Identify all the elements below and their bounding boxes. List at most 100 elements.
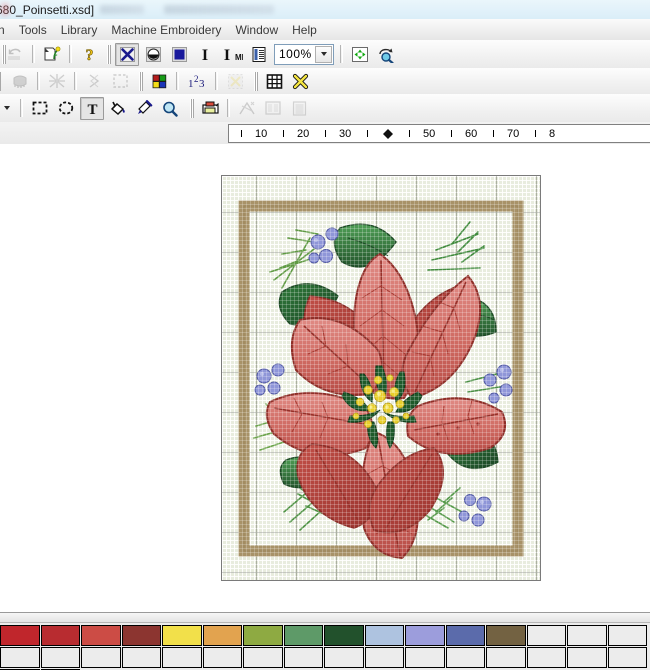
swatch-empty-2[interactable] [567, 625, 607, 646]
half-stitch-icon[interactable] [141, 43, 165, 66]
toolbar-separator [74, 72, 77, 90]
swatch-empty-8[interactable] [162, 647, 202, 668]
grid-toggle-icon[interactable] [262, 70, 286, 93]
swatch-empty-18[interactable] [567, 647, 607, 668]
svg-text:I: I [224, 47, 230, 63]
swatch-empty-1[interactable] [526, 625, 566, 646]
swatch-empty-5[interactable] [40, 647, 80, 668]
fit-to-window-icon[interactable] [348, 43, 372, 66]
print-preview-icon[interactable] [198, 97, 222, 120]
swatch-olive-green[interactable] [243, 625, 283, 646]
swatch-red-dark[interactable] [40, 625, 80, 646]
swatch-empty-10[interactable] [243, 647, 283, 668]
svg-text:ME: ME [235, 53, 243, 62]
toolbar-grip[interactable] [254, 71, 258, 91]
toolbar-separator [20, 99, 23, 117]
swatch-empty-4[interactable] [0, 647, 40, 668]
toolbar-secondary: 1 2 3 [0, 68, 650, 95]
text-machine-embroidery-icon[interactable]: I ME [219, 43, 245, 66]
swatch-empty-16[interactable] [486, 647, 526, 668]
zoom-level-combo[interactable]: 100% [274, 43, 334, 65]
paint-bucket-icon[interactable] [106, 97, 130, 120]
swatch-empty-3[interactable] [607, 625, 647, 646]
zoom-level-value: 100% [279, 47, 312, 61]
export-design-icon[interactable] [40, 43, 64, 66]
horizontal-ruler[interactable]: 10 20 30 50 60 70 8 [228, 124, 650, 143]
swatch-indigo-blue[interactable] [445, 625, 485, 646]
menu-machine-embroidery[interactable]: Machine Embroidery [104, 21, 228, 39]
swatch-empty-6[interactable] [81, 647, 121, 668]
swatch-empty-11[interactable] [283, 647, 323, 668]
toolbar-grip[interactable] [139, 71, 143, 91]
eyedropper-icon[interactable] [132, 97, 156, 120]
notes-icon[interactable] [247, 43, 271, 66]
swatch-dark-green[interactable] [324, 625, 364, 646]
toolbar-grip[interactable] [0, 71, 1, 91]
menu-help[interactable]: Help [285, 21, 324, 39]
title-bar: 680_Poinsetti.xsd] [0, 0, 650, 20]
palette-grid[interactable] [0, 625, 650, 670]
swatch-empty-15[interactable] [445, 647, 485, 668]
swatch-brown-khaki[interactable] [486, 625, 526, 646]
chevron-down-icon[interactable] [315, 45, 332, 63]
swatch-periwinkle[interactable] [405, 625, 445, 646]
swatch-empty-7[interactable] [121, 647, 161, 668]
svg-text:2: 2 [194, 74, 199, 84]
toolbar-tools: T [0, 94, 650, 123]
magnifier-icon[interactable] [158, 97, 182, 120]
cross-stitch-yellow-icon[interactable] [288, 70, 312, 93]
backstitch-line-icon[interactable] [235, 97, 259, 120]
title-redacted-block-2 [164, 5, 275, 14]
numbering-icon[interactable]: 1 2 3 [184, 70, 210, 93]
menu-tools[interactable]: Tools [12, 21, 54, 39]
color-select-combo[interactable] [0, 98, 14, 119]
svg-text:1: 1 [188, 78, 194, 90]
full-cross-stitch-icon[interactable] [115, 42, 139, 66]
ruler-origin-marker [383, 129, 393, 139]
ellipse-select-icon[interactable] [54, 97, 78, 120]
title-redacted-block-1 [100, 5, 145, 14]
text-insert-icon[interactable]: T [80, 96, 104, 120]
application-window: 680_Poinsetti.xsd] n Tools Library Machi… [0, 0, 650, 670]
swatch-medium-green[interactable] [283, 625, 323, 646]
menu-design-clipped[interactable]: n [0, 21, 12, 39]
swatch-red-medium[interactable] [81, 625, 121, 646]
swatch-crimson-edge[interactable] [0, 625, 40, 646]
palette-divider [0, 613, 650, 623]
swatch-empty-12[interactable] [324, 647, 364, 668]
knot-icon[interactable] [82, 70, 106, 93]
toolbar-separator [69, 45, 72, 63]
swatch-yellow[interactable] [162, 625, 202, 646]
toolbar-grip[interactable] [190, 98, 194, 118]
color-blocks-icon[interactable] [147, 70, 171, 93]
title-smudge [0, 2, 10, 17]
menu-window[interactable]: Window [228, 21, 285, 39]
swatch-empty-17[interactable] [526, 647, 566, 668]
undo-icon[interactable] [3, 43, 27, 66]
text-tool-icon[interactable]: I [193, 43, 217, 66]
swatch-empty-9[interactable] [202, 647, 242, 668]
faded-cross-icon[interactable] [223, 70, 247, 93]
rectangle-select-icon[interactable] [28, 97, 52, 120]
split-view-icon[interactable] [261, 97, 285, 120]
swatch-empty-13[interactable] [364, 647, 404, 668]
toolbar-separator [227, 99, 230, 117]
zoom-tool-icon[interactable] [374, 43, 398, 66]
swatch-maroon[interactable] [121, 625, 161, 646]
swatch-empty-14[interactable] [405, 647, 445, 668]
help-question-icon[interactable]: ? [77, 43, 101, 66]
swatch-light-blue[interactable] [364, 625, 404, 646]
swatch-empty-19[interactable] [607, 647, 647, 668]
menu-library[interactable]: Library [54, 21, 105, 39]
backstitch-net-icon[interactable] [45, 70, 69, 93]
ruler-tick-80: 8 [549, 128, 556, 140]
select-area-dashed-icon[interactable] [108, 70, 132, 93]
pattern-list-icon[interactable] [287, 97, 311, 120]
swatch-orange-tan[interactable] [202, 625, 242, 646]
fabric-icon[interactable] [8, 70, 32, 93]
chevron-down-icon[interactable] [0, 102, 13, 115]
toolbar-grip[interactable] [107, 44, 111, 64]
design-work-area[interactable] [0, 144, 650, 612]
design-canvas[interactable] [221, 175, 541, 581]
block-fill-icon[interactable] [167, 43, 191, 66]
